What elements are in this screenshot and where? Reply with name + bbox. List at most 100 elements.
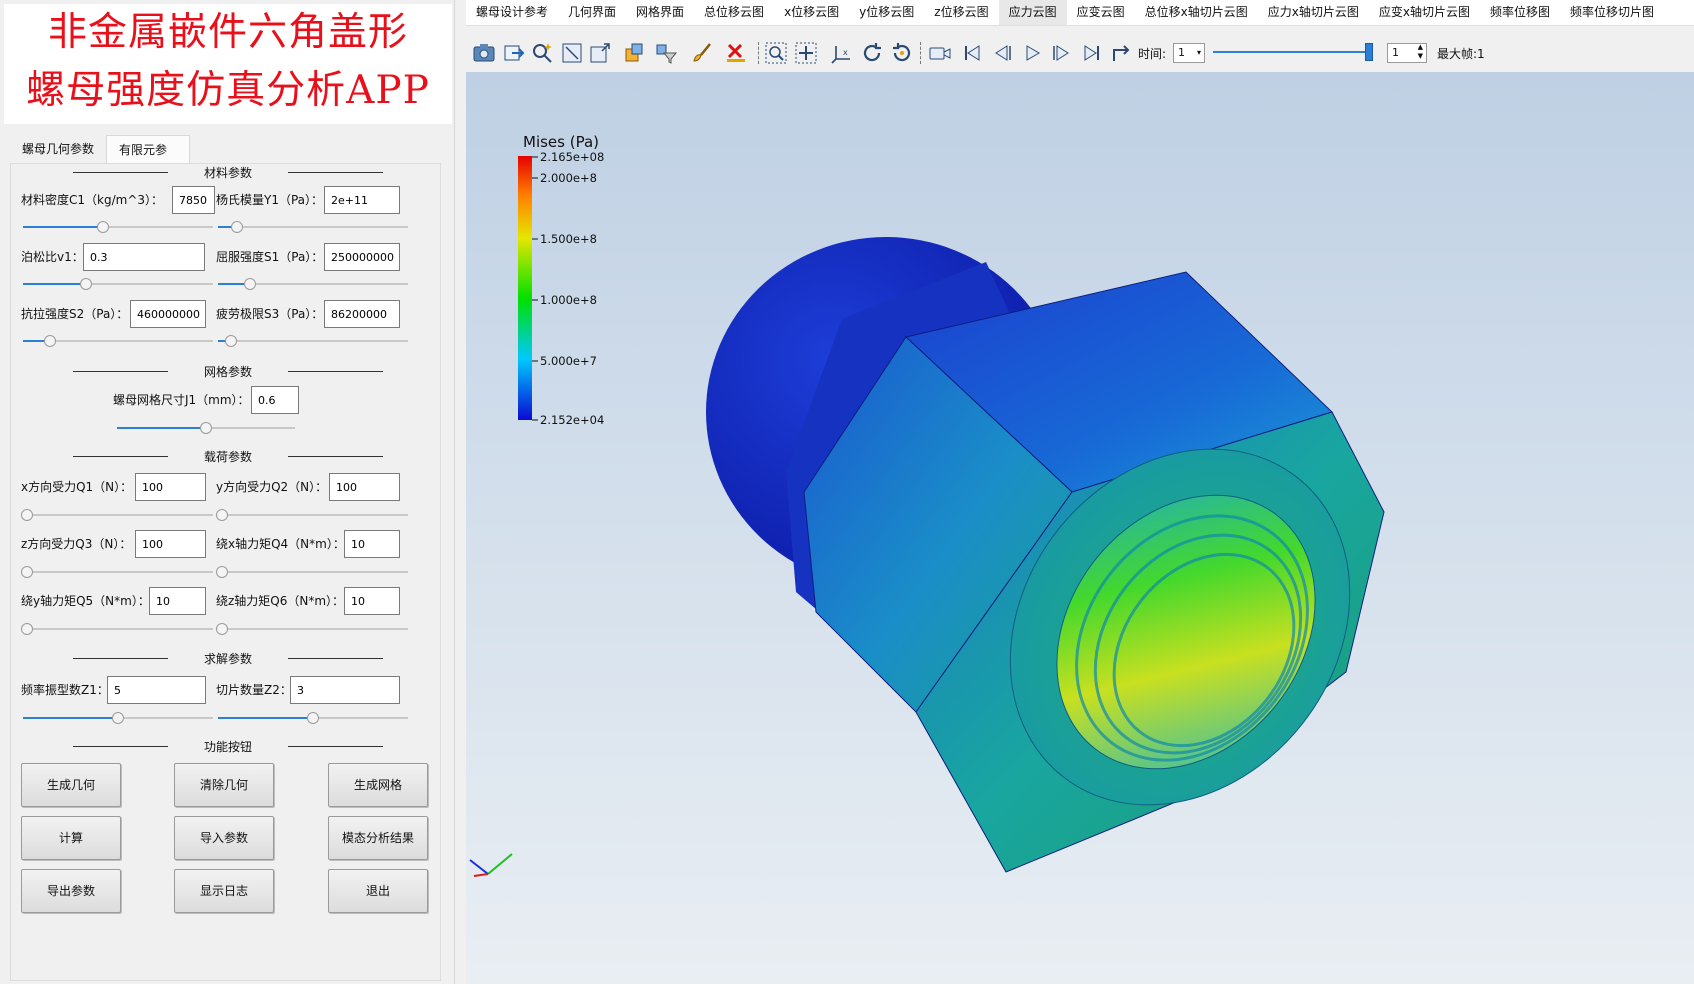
- fy-slider[interactable]: [215, 509, 408, 521]
- modes-input[interactable]: [107, 676, 206, 704]
- brush-icon[interactable]: [690, 41, 714, 65]
- menu-frequency-displacement[interactable]: 频率位移图: [1480, 0, 1560, 25]
- slider-handle[interactable]: [215, 509, 228, 521]
- fx-input[interactable]: [135, 473, 206, 501]
- poisson-input[interactable]: [83, 243, 205, 271]
- import-params-button[interactable]: 导入参数: [174, 816, 274, 860]
- max-frame-label: 最大帧:1: [1437, 47, 1485, 61]
- axes-orient-icon[interactable]: x: [830, 41, 854, 65]
- mesh-size-slider[interactable]: [117, 422, 295, 434]
- menu-frequency-displacement-slice[interactable]: 频率位移切片图: [1560, 0, 1664, 25]
- youngs-slider[interactable]: [218, 221, 408, 233]
- previous-frame-icon[interactable]: [990, 41, 1014, 65]
- slider-handle[interactable]: [200, 422, 212, 434]
- play-icon[interactable]: [1020, 41, 1044, 65]
- menu-total-displacement[interactable]: 总位移云图: [694, 0, 774, 25]
- my-input[interactable]: [149, 587, 206, 615]
- render-viewport[interactable]: Mises (Pa) 2.165e+08 2.000e+8 1.500e+8 1…: [466, 72, 1694, 984]
- generate-mesh-button[interactable]: 生成网格: [328, 763, 428, 807]
- slider-handle[interactable]: [244, 278, 257, 290]
- filter-icon[interactable]: [654, 41, 678, 65]
- cube-select-icon[interactable]: [622, 41, 646, 65]
- slider-handle[interactable]: [215, 623, 228, 635]
- menu-strain[interactable]: 应变云图: [1067, 0, 1135, 25]
- fatigue-slider[interactable]: [218, 335, 408, 347]
- export-params-button[interactable]: 导出参数: [21, 869, 121, 913]
- slider-handle[interactable]: [79, 278, 92, 290]
- fz-input[interactable]: [135, 530, 206, 558]
- menu-stress[interactable]: 应力云图: [998, 0, 1067, 25]
- tensile-input[interactable]: [130, 300, 206, 328]
- generate-geometry-button[interactable]: 生成几何: [21, 763, 121, 807]
- spin-arrows-icon[interactable]: ▲ ▼: [1418, 43, 1423, 61]
- slices-input[interactable]: [290, 676, 400, 704]
- poisson-slider[interactable]: [23, 278, 213, 290]
- time-slider[interactable]: [1213, 43, 1373, 61]
- yield-slider[interactable]: [218, 278, 408, 290]
- tensile-slider[interactable]: [23, 335, 213, 347]
- last-frame-icon[interactable]: [1080, 41, 1104, 65]
- yield-input[interactable]: [324, 243, 400, 271]
- fatigue-input[interactable]: [324, 300, 400, 328]
- menu-strain-slice[interactable]: 应变x轴切片云图: [1369, 0, 1480, 25]
- mesh-size-label: 螺母网格尺寸J1（mm）：: [113, 393, 250, 407]
- mesh-size-input[interactable]: [251, 386, 299, 414]
- tab-fem-params[interactable]: 有限元参数: [106, 135, 190, 185]
- slider-handle[interactable]: [1365, 43, 1373, 61]
- menu-x-displacement[interactable]: x位移云图: [774, 0, 849, 25]
- rotate-icon[interactable]: [860, 41, 884, 65]
- fit-view-icon[interactable]: [588, 41, 612, 65]
- slices-slider[interactable]: [218, 712, 408, 724]
- nut-stress-model[interactable]: [706, 237, 1420, 873]
- menu-stress-slice[interactable]: 应力x轴切片云图: [1258, 0, 1369, 25]
- slider-handle[interactable]: [20, 509, 33, 521]
- menu-z-displacement[interactable]: z位移云图: [924, 0, 998, 25]
- loop-icon[interactable]: [1110, 41, 1134, 65]
- clear-geometry-button[interactable]: 清除几何: [174, 763, 274, 807]
- mz-input[interactable]: [344, 587, 400, 615]
- density-input[interactable]: [172, 186, 215, 214]
- modal-results-button[interactable]: 模态分析结果: [328, 816, 428, 860]
- slider-handle[interactable]: [96, 221, 109, 233]
- slider-handle[interactable]: [225, 335, 238, 347]
- menu-nut-design-reference[interactable]: 螺母设计参考: [466, 0, 558, 25]
- fx-slider[interactable]: [20, 509, 213, 521]
- menu-geometry[interactable]: 几何界面: [558, 0, 626, 25]
- slider-handle[interactable]: [20, 623, 33, 635]
- slider-handle[interactable]: [43, 335, 56, 347]
- video-camera-icon[interactable]: [928, 41, 952, 65]
- mx-input[interactable]: [344, 530, 400, 558]
- my-slider[interactable]: [20, 623, 213, 635]
- slider-handle[interactable]: [231, 221, 243, 233]
- menu-total-displacement-slice[interactable]: 总位移x轴切片云图: [1135, 0, 1258, 25]
- menu-y-displacement[interactable]: y位移云图: [849, 0, 924, 25]
- rotate-ccw-icon[interactable]: [890, 41, 914, 65]
- camera-icon[interactable]: [472, 41, 496, 65]
- slider-handle[interactable]: [112, 712, 124, 724]
- modes-slider[interactable]: [23, 712, 213, 724]
- box-select-icon[interactable]: [764, 41, 788, 65]
- export-icon[interactable]: [502, 41, 526, 65]
- next-frame-icon[interactable]: [1050, 41, 1074, 65]
- pan-icon[interactable]: [794, 41, 818, 65]
- delete-icon[interactable]: [724, 41, 748, 65]
- fy-input[interactable]: [329, 473, 400, 501]
- youngs-input[interactable]: [324, 186, 400, 214]
- menu-mesh[interactable]: 网格界面: [626, 0, 694, 25]
- slider-handle[interactable]: [215, 566, 228, 578]
- compute-button[interactable]: 计算: [21, 816, 121, 860]
- zoom-pick-icon[interactable]: [530, 41, 554, 65]
- tab-nut-geometry[interactable]: 螺母几何参数: [10, 135, 106, 163]
- mx-slider[interactable]: [215, 566, 408, 578]
- fz-slider[interactable]: [20, 566, 213, 578]
- slider-handle[interactable]: [20, 566, 33, 578]
- slider-handle[interactable]: [307, 712, 319, 724]
- mz-slider[interactable]: [215, 623, 408, 635]
- show-log-button[interactable]: 显示日志: [174, 869, 274, 913]
- frame-spinbox[interactable]: 1 ▲ ▼: [1387, 43, 1427, 63]
- reset-view-icon[interactable]: [560, 41, 584, 65]
- first-frame-icon[interactable]: [960, 41, 984, 65]
- exit-button[interactable]: 退出: [328, 869, 428, 913]
- density-slider[interactable]: [23, 221, 213, 233]
- time-select[interactable]: 1 ▾: [1173, 43, 1205, 63]
